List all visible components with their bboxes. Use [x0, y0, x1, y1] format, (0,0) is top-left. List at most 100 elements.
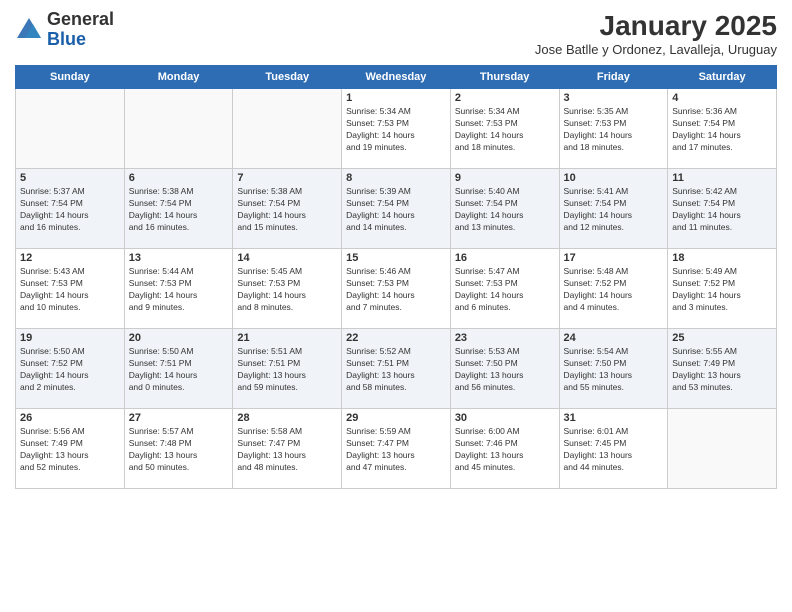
day-cell: 15 Sunrise: 5:46 AM Sunset: 7:53 PM Dayli…	[342, 249, 451, 329]
day-cell: 20Sunrise: 5:50 AM Sunset: 7:51 PM Dayli…	[124, 329, 233, 409]
day-cell: 7 Sunrise: 5:38 AM Sunset: 7:54 PM Daylig…	[233, 169, 342, 249]
day-cell: 26Sunrise: 5:56 AM Sunset: 7:49 PM Dayli…	[16, 409, 125, 489]
day-cell	[233, 89, 342, 169]
day-info: Sunrise: 5:38 AM Sunset: 7:54 PM Dayligh…	[129, 186, 229, 234]
col-sunday: Sunday	[16, 66, 125, 89]
day-info: Sunrise: 5:50 AM Sunset: 7:51 PM Dayligh…	[129, 346, 229, 394]
day-number: 2	[455, 92, 555, 104]
day-number: 14	[237, 252, 337, 264]
logo: General Blue	[15, 10, 114, 50]
day-info: Sunrise: 5:45 AM Sunset: 7:53 PM Dayligh…	[237, 266, 337, 314]
day-number: 6	[129, 172, 229, 184]
day-cell: 19 Sunrise: 5:50 AM Sunset: 7:52 PM Dayli…	[16, 329, 125, 409]
day-info: Sunrise: 5:57 AM Sunset: 7:48 PM Dayligh…	[129, 426, 229, 474]
day-number: 7	[237, 172, 337, 184]
day-cell: 24Sunrise: 5:54 AM Sunset: 7:50 PM Dayli…	[559, 329, 668, 409]
location-title: Jose Batlle y Ordonez, Lavalleja, Urugua…	[535, 42, 777, 57]
day-info: Sunrise: 5:36 AM Sunset: 7:54 PM Dayligh…	[672, 106, 772, 154]
col-saturday: Saturday	[668, 66, 777, 89]
day-info: Sunrise: 5:56 AM Sunset: 7:49 PM Dayligh…	[20, 426, 120, 474]
col-friday: Friday	[559, 66, 668, 89]
day-cell: 22 Sunrise: 5:52 AM Sunset: 7:51 PM Dayli…	[342, 329, 451, 409]
day-cell	[124, 89, 233, 169]
day-cell: 23 Sunrise: 5:53 AM Sunset: 7:50 PM Dayli…	[450, 329, 559, 409]
day-number: 12	[20, 252, 120, 264]
day-info: Sunrise: 6:01 AM Sunset: 7:45 PM Dayligh…	[564, 426, 664, 474]
day-number: 15	[346, 252, 446, 264]
col-monday: Monday	[124, 66, 233, 89]
day-number: 19	[20, 332, 120, 344]
day-info: Sunrise: 5:50 AM Sunset: 7:52 PM Dayligh…	[20, 346, 120, 394]
day-info: Sunrise: 5:41 AM Sunset: 7:54 PM Dayligh…	[564, 186, 664, 234]
day-number: 22	[346, 332, 446, 344]
day-cell: 5 Sunrise: 5:37 AM Sunset: 7:54 PM Daylig…	[16, 169, 125, 249]
day-info: Sunrise: 5:37 AM Sunset: 7:54 PM Dayligh…	[20, 186, 120, 234]
day-info: Sunrise: 5:52 AM Sunset: 7:51 PM Dayligh…	[346, 346, 446, 394]
day-info: Sunrise: 5:42 AM Sunset: 7:54 PM Dayligh…	[672, 186, 772, 234]
day-cell: 1Sunrise: 5:34 AM Sunset: 7:53 PM Daylig…	[342, 89, 451, 169]
day-cell: 18 Sunrise: 5:49 AM Sunset: 7:52 PM Dayli…	[668, 249, 777, 329]
day-number: 3	[564, 92, 664, 104]
day-number: 4	[672, 92, 772, 104]
day-cell: 16Sunrise: 5:47 AM Sunset: 7:53 PM Dayli…	[450, 249, 559, 329]
day-info: Sunrise: 5:53 AM Sunset: 7:50 PM Dayligh…	[455, 346, 555, 394]
day-number: 8	[346, 172, 446, 184]
week-row-1: 1 Sunrise: 5:34 AM Sunset: 7:53 PM Daylig…	[16, 89, 777, 169]
day-info: Sunrise: 5:38 AM Sunset: 7:54 PM Dayligh…	[237, 186, 337, 234]
day-info: Sunrise: 5:35 AM Sunset: 7:53 PM Dayligh…	[564, 106, 664, 154]
day-cell: 9Sunrise: 5:40 AM Sunset: 7:54 PM Daylig…	[450, 169, 559, 249]
day-number: 21	[237, 332, 337, 344]
day-cell	[16, 89, 125, 169]
day-info: Sunrise: 5:46 AM Sunset: 7:53 PM Dayligh…	[346, 266, 446, 314]
day-cell: 8 Sunrise: 5:39 AM Sunset: 7:54 PM Daylig…	[342, 169, 451, 249]
day-number: 29	[346, 412, 446, 424]
day-number: 25	[672, 332, 772, 344]
page: General Blue January 2025 Jose Batlle y …	[0, 0, 792, 612]
day-number: 23	[455, 332, 555, 344]
day-cell: 6 Sunrise: 5:38 AM Sunset: 7:54 PM Daylig…	[124, 169, 233, 249]
day-cell: 29Sunrise: 5:59 AM Sunset: 7:47 PM Dayli…	[342, 409, 451, 489]
day-info: Sunrise: 5:39 AM Sunset: 7:54 PM Dayligh…	[346, 186, 446, 234]
day-cell: 4 Sunrise: 5:36 AM Sunset: 7:54 PM Daylig…	[668, 89, 777, 169]
day-cell: 3 Sunrise: 5:35 AM Sunset: 7:53 PM Daylig…	[559, 89, 668, 169]
day-number: 13	[129, 252, 229, 264]
day-cell: 11 Sunrise: 5:42 AM Sunset: 7:54 PM Dayli…	[668, 169, 777, 249]
day-number: 16	[455, 252, 555, 264]
day-info: Sunrise: 5:58 AM Sunset: 7:47 PM Dayligh…	[237, 426, 337, 474]
week-row-3: 12 Sunrise: 5:43 AM Sunset: 7:53 PM Dayli…	[16, 249, 777, 329]
col-tuesday: Tuesday	[233, 66, 342, 89]
day-number: 30	[455, 412, 555, 424]
day-number: 1	[346, 92, 446, 104]
header-row: Sunday Monday Tuesday Wednesday Thursday…	[16, 66, 777, 89]
day-cell: 12 Sunrise: 5:43 AM Sunset: 7:53 PM Dayli…	[16, 249, 125, 329]
day-number: 18	[672, 252, 772, 264]
day-cell	[668, 409, 777, 489]
day-number: 11	[672, 172, 772, 184]
logo-icon	[15, 16, 43, 44]
month-title: January 2025	[535, 10, 777, 42]
title-block: January 2025 Jose Batlle y Ordonez, Lava…	[535, 10, 777, 57]
logo-general-text: General	[47, 9, 114, 29]
day-number: 17	[564, 252, 664, 264]
week-row-5: 26Sunrise: 5:56 AM Sunset: 7:49 PM Dayli…	[16, 409, 777, 489]
day-info: Sunrise: 5:34 AM Sunset: 7:53 PM Dayligh…	[455, 106, 555, 154]
header: General Blue January 2025 Jose Batlle y …	[15, 10, 777, 57]
day-info: Sunrise: 6:00 AM Sunset: 7:46 PM Dayligh…	[455, 426, 555, 474]
day-info: Sunrise: 5:40 AM Sunset: 7:54 PM Dayligh…	[455, 186, 555, 234]
day-cell: 31Sunrise: 6:01 AM Sunset: 7:45 PM Dayli…	[559, 409, 668, 489]
day-info: Sunrise: 5:55 AM Sunset: 7:49 PM Dayligh…	[672, 346, 772, 394]
week-row-2: 5 Sunrise: 5:37 AM Sunset: 7:54 PM Daylig…	[16, 169, 777, 249]
week-row-4: 19 Sunrise: 5:50 AM Sunset: 7:52 PM Dayli…	[16, 329, 777, 409]
day-cell: 14 Sunrise: 5:45 AM Sunset: 7:53 PM Dayli…	[233, 249, 342, 329]
day-info: Sunrise: 5:49 AM Sunset: 7:52 PM Dayligh…	[672, 266, 772, 314]
day-number: 24	[564, 332, 664, 344]
day-number: 5	[20, 172, 120, 184]
day-cell: 21 Sunrise: 5:51 AM Sunset: 7:51 PM Dayli…	[233, 329, 342, 409]
day-cell: 17 Sunrise: 5:48 AM Sunset: 7:52 PM Dayli…	[559, 249, 668, 329]
col-thursday: Thursday	[450, 66, 559, 89]
day-info: Sunrise: 5:43 AM Sunset: 7:53 PM Dayligh…	[20, 266, 120, 314]
logo-blue-text: Blue	[47, 29, 86, 49]
day-info: Sunrise: 5:51 AM Sunset: 7:51 PM Dayligh…	[237, 346, 337, 394]
calendar-table: Sunday Monday Tuesday Wednesday Thursday…	[15, 65, 777, 489]
day-info: Sunrise: 5:48 AM Sunset: 7:52 PM Dayligh…	[564, 266, 664, 314]
